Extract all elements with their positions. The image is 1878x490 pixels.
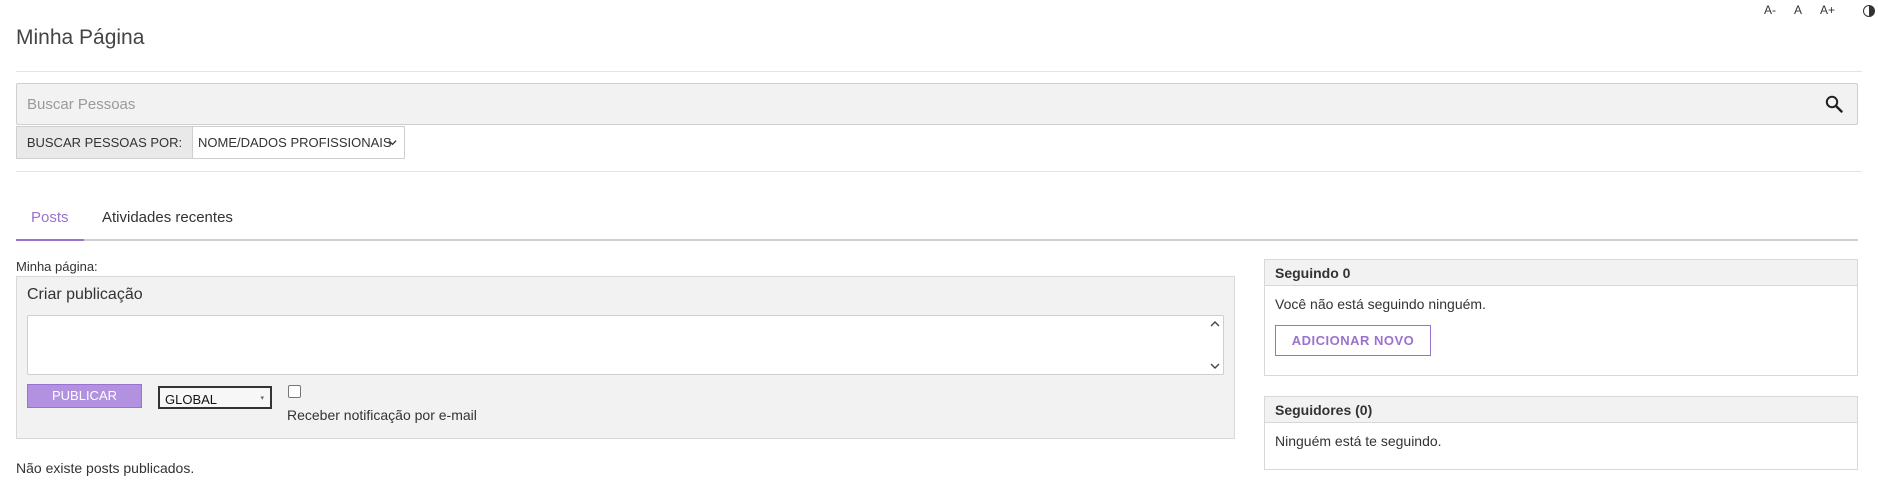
scope-selected-value: GLOBAL	[165, 392, 218, 407]
tab-posts[interactable]: Posts	[16, 203, 84, 241]
tab-recent-activities[interactable]: Atividades recentes	[102, 203, 233, 241]
font-decrease-button[interactable]: A-	[1764, 3, 1786, 17]
create-post-panel: Criar publicação PUBLICAR GLOBAL ▾ Receb…	[16, 276, 1235, 439]
search-icon[interactable]	[1825, 95, 1843, 113]
following-empty-text: Você não está seguindo ninguém.	[1275, 296, 1486, 312]
font-normal-button[interactable]: A	[1794, 3, 1810, 17]
chevron-down-icon	[388, 140, 397, 146]
search-by-selected-value: NOME/DADOS PROFISSIONAIS	[198, 135, 392, 150]
page-title: Minha Página	[16, 26, 145, 49]
create-post-title: Criar publicação	[27, 286, 143, 303]
my-page-label: Minha página:	[16, 259, 98, 274]
email-notification-checkbox[interactable]	[288, 385, 301, 398]
followers-title: Seguidores (0)	[1265, 397, 1857, 423]
following-title: Seguindo 0	[1265, 260, 1857, 286]
people-search-box	[16, 83, 1858, 125]
search-by-group: BUSCAR PESSOAS POR: NOME/DADOS PROFISSIO…	[16, 126, 405, 159]
font-increase-button[interactable]: A+	[1820, 3, 1842, 17]
contrast-icon[interactable]	[1863, 5, 1875, 17]
search-by-select[interactable]: NOME/DADOS PROFISSIONAIS	[193, 126, 405, 159]
title-divider	[16, 71, 1862, 72]
email-notification-label: Receber notificação por e-mail	[287, 407, 477, 423]
people-search-input[interactable]	[17, 84, 1797, 124]
dropdown-arrow-icon: ▾	[260, 395, 264, 402]
search-divider	[16, 171, 1862, 172]
post-textarea[interactable]	[27, 315, 1224, 375]
followers-empty-text: Ninguém está te seguindo.	[1275, 433, 1442, 449]
add-new-button[interactable]: ADICIONAR NOVO	[1275, 325, 1431, 356]
publish-button[interactable]: PUBLICAR	[27, 384, 142, 408]
textarea-scrollbar[interactable]	[1207, 316, 1223, 374]
search-by-label: BUSCAR PESSOAS POR:	[16, 126, 193, 159]
tab-bar: Posts Atividades recentes	[16, 203, 1858, 241]
empty-posts-message: Não existe posts publicados.	[16, 460, 195, 476]
followers-panel: Seguidores (0) Ninguém está te seguindo.	[1264, 396, 1858, 470]
following-panel: Seguindo 0 Você não está seguindo ningué…	[1264, 259, 1858, 376]
scope-select[interactable]: GLOBAL ▾	[158, 386, 272, 409]
